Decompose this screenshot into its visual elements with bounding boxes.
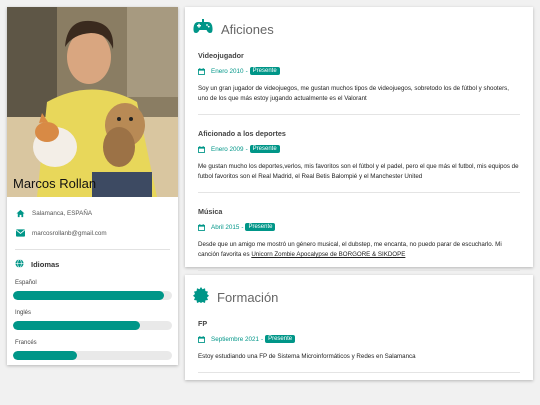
entry-meta: Enero 2009 - Presente: [198, 144, 520, 154]
gamepad-icon: [193, 18, 213, 40]
language-level-bar: [13, 321, 172, 330]
languages-header: Idiomas: [15, 258, 170, 270]
date-separator: -: [245, 145, 248, 153]
profile-photo: Marcos Rollan: [7, 7, 178, 197]
home-icon: [15, 208, 25, 218]
present-badge: Presente: [249, 145, 280, 153]
hobby-entry: Aficionado a los deportes Enero 2009 - P…: [198, 129, 520, 182]
present-badge: Presente: [249, 67, 280, 75]
present-badge: Presente: [265, 335, 296, 343]
entry-divider: [198, 270, 520, 271]
language-name: Francés: [15, 340, 37, 346]
calendar-icon: [198, 140, 205, 158]
date-separator: -: [241, 223, 244, 231]
hobby-entry: Videojugador Enero 2010 - Presente Soy u…: [198, 51, 520, 104]
present-badge: Presente: [245, 223, 276, 231]
email-row: marcosrollanb@gmail.com: [15, 225, 170, 241]
language-level-bar: [13, 291, 172, 300]
calendar-icon: [198, 62, 205, 80]
education-header: Formación: [185, 275, 533, 319]
entry-description: Me gustan mucho los deportes,verlos, mis…: [198, 163, 519, 180]
contact-info: Salamanca, ESPAÑA marcosrollanb@gmail.co…: [7, 197, 178, 241]
entry-description: Soy un gran jugador de videojuegos, me g…: [198, 85, 509, 102]
entry-meta: Septiembre 2021 - Presente: [198, 334, 520, 344]
language-level-fill: [13, 321, 141, 330]
entry-meta: Enero 2010 - Presente: [198, 66, 520, 76]
language-french: Francés: [13, 340, 172, 360]
language-english: Inglés: [13, 310, 172, 330]
education-title: Formación: [217, 289, 279, 305]
education-card: Formación FP Septiembre 2021 - Presente …: [185, 275, 533, 380]
languages-title: Idiomas: [31, 259, 60, 269]
song-link[interactable]: Unicorn Zombie Apocalypse de BORGORE & S…: [251, 251, 405, 258]
entry-divider: [198, 192, 520, 193]
date-separator: -: [245, 67, 248, 75]
email-text[interactable]: marcosrollanb@gmail.com: [32, 230, 107, 237]
entry-divider: [198, 372, 520, 373]
entry-description: Desde que un amigo me mostró un género m…: [198, 240, 520, 260]
language-level-fill: [13, 351, 77, 360]
profile-divider: [15, 249, 170, 250]
calendar-icon: [198, 218, 205, 236]
hobbies-header: Aficiones: [185, 7, 533, 51]
calendar-icon: [198, 330, 205, 348]
entry-date: Enero 2009: [211, 145, 244, 153]
profile-name: Marcos Rollan: [13, 176, 97, 191]
hobbies-title: Aficiones: [221, 21, 274, 37]
entry-title: Música: [198, 207, 223, 216]
language-level-fill: [13, 291, 165, 300]
hobbies-card: Aficiones Videojugador Enero 2010 - Pres…: [185, 7, 533, 271]
language-level-bar: [13, 351, 172, 360]
language-spanish: Español: [13, 280, 172, 300]
entry-title: Aficionado a los deportes: [198, 129, 286, 138]
entry-title: Videojugador: [198, 51, 244, 60]
date-separator: -: [260, 335, 264, 343]
hobby-entry: Música Abril 2015 - Presente Desde que u…: [198, 207, 520, 260]
location-row: Salamanca, ESPAÑA: [15, 205, 170, 221]
entry-date: Septiembre 2021: [211, 335, 259, 343]
location-text: Salamanca, ESPAÑA: [32, 209, 93, 217]
education-entry: FP Septiembre 2021 - Presente Estoy estu…: [198, 319, 520, 362]
globe-icon: [15, 255, 24, 273]
certificate-icon: [193, 286, 209, 308]
envelope-icon: [15, 228, 25, 238]
entry-meta: Abril 2015 - Presente: [198, 222, 520, 232]
profile-photo-image: [7, 7, 178, 197]
entry-description: Estoy estudiando una FP de Sistema Micro…: [198, 353, 416, 360]
entry-date: Enero 2010: [211, 67, 244, 75]
entry-divider: [198, 114, 520, 115]
entry-date: Abril 2015: [211, 223, 240, 231]
profile-card: Marcos Rollan Salamanca, ESPAÑA marcosro…: [7, 7, 178, 365]
language-name: Inglés: [15, 310, 32, 316]
entry-title: FP: [198, 319, 208, 328]
language-name: Español: [15, 280, 37, 286]
